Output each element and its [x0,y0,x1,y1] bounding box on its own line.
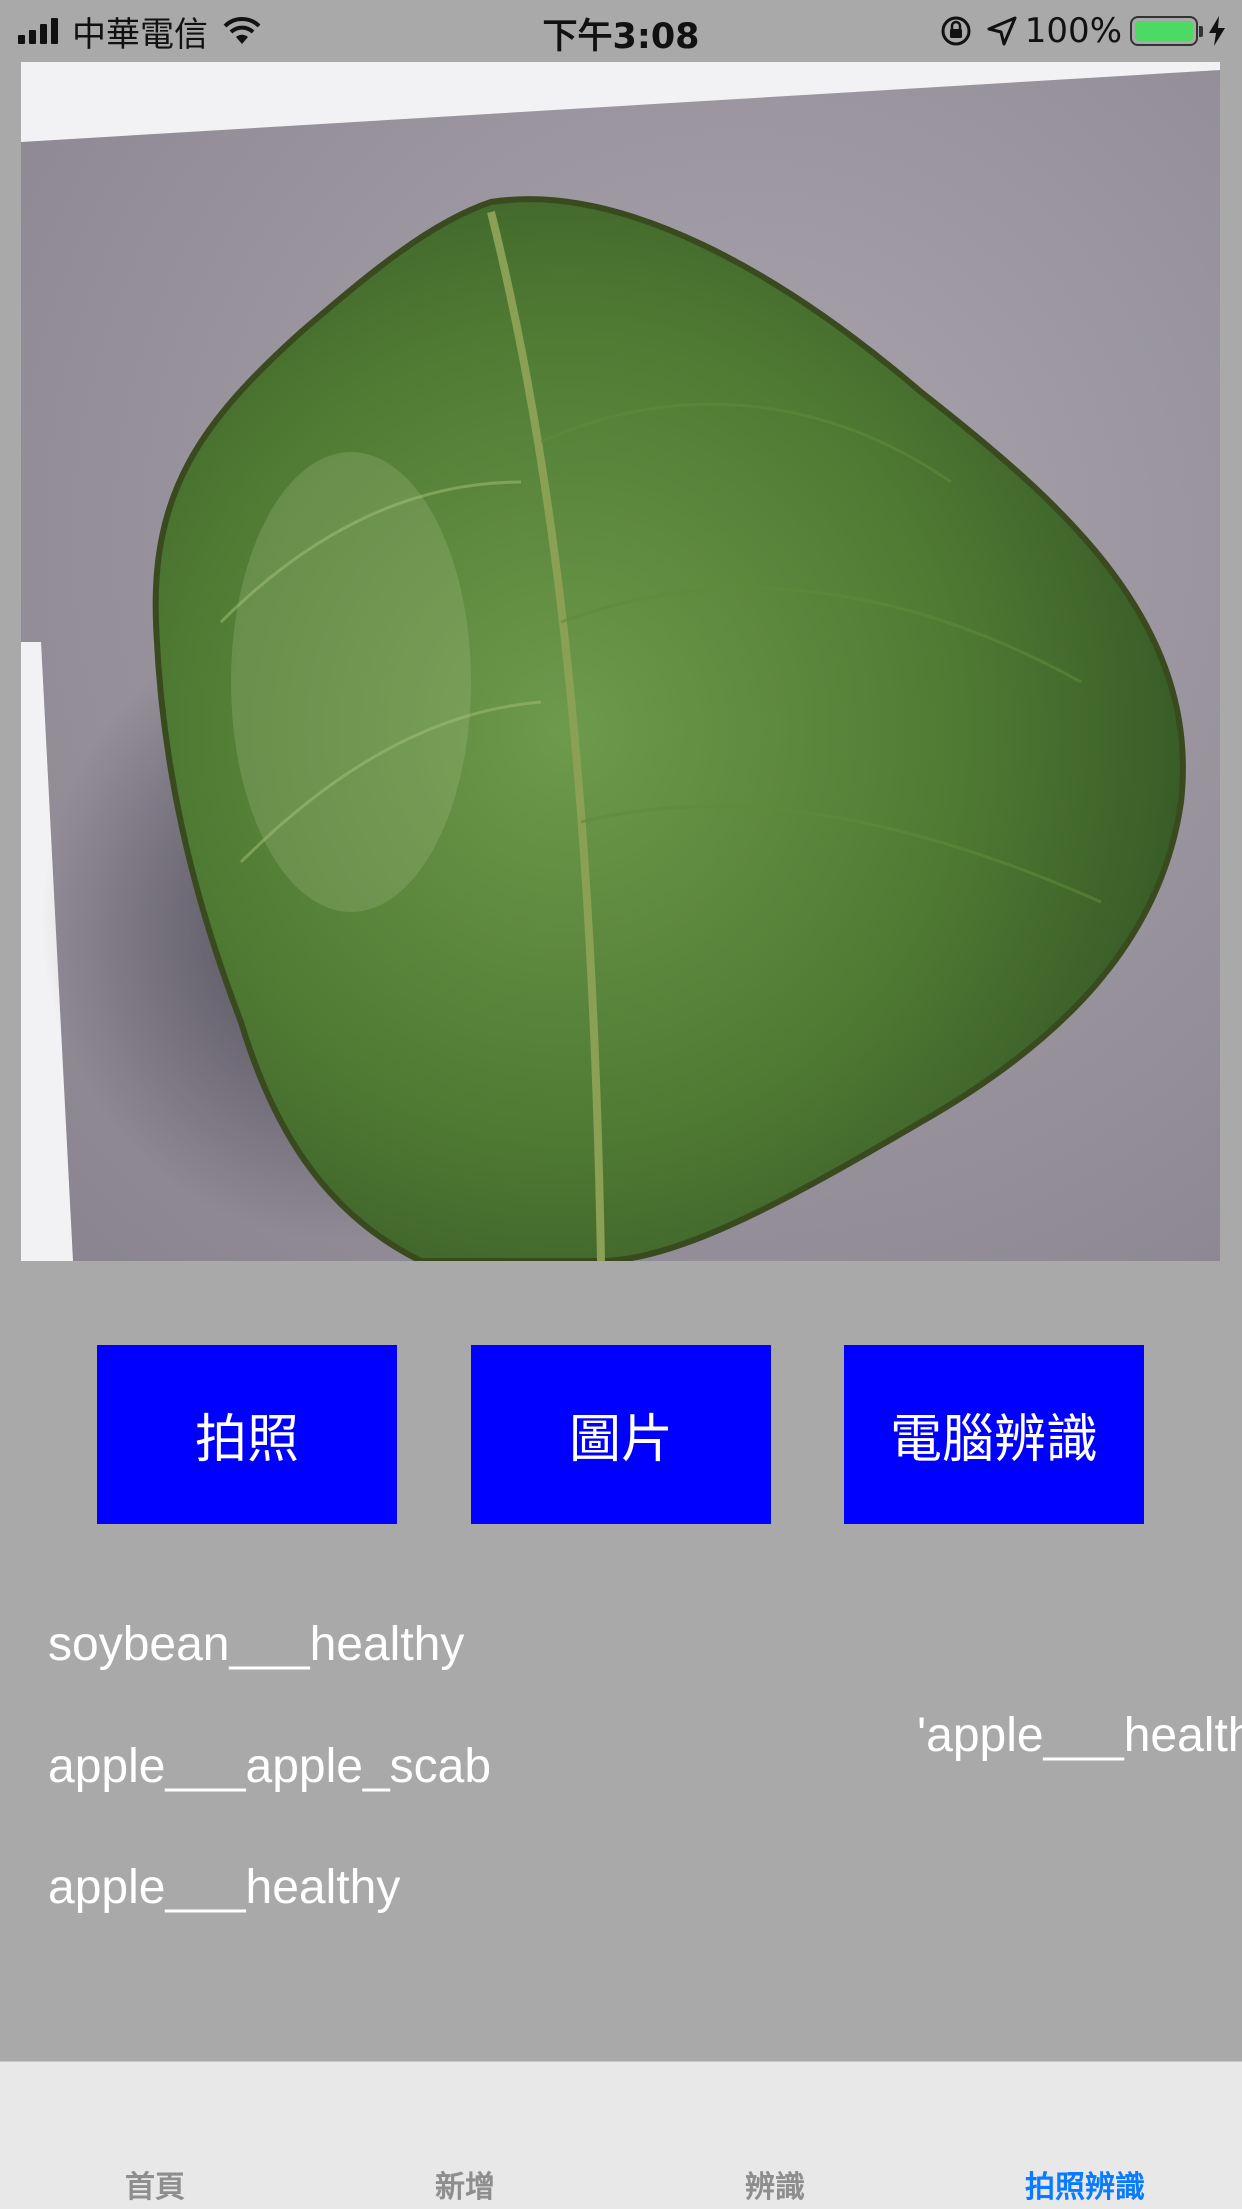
tab-bar: 首頁 新增 辨識 拍照辨識 [0,2061,1242,2209]
top-prediction-label: 'apple___healthy [917,1709,1242,1762]
leaf-image [21,62,1220,1261]
tab-home[interactable]: 首頁 [0,2162,310,2206]
battery-percent: 100% [1024,11,1122,51]
leaf-photo [21,62,1220,1261]
location-arrow-icon [987,16,1017,46]
tab-add[interactable]: 新增 [310,2162,620,2206]
tab-recognize[interactable]: 辨識 [620,2162,930,2206]
result-item: soybean___healthy [48,1618,465,1671]
result-item: apple___healthy [48,1861,401,1914]
status-bar: 中華電信 下午3:08 100% [0,0,1242,62]
status-bar-right: 100% [939,10,1228,52]
recognize-button[interactable]: 電腦辨識 [844,1345,1144,1524]
battery-icon [1130,16,1203,46]
take-photo-button[interactable]: 拍照 [97,1345,397,1524]
orientation-lock-icon [941,16,971,46]
gallery-button[interactable]: 圖片 [471,1345,771,1524]
charging-bolt-icon [1209,16,1225,46]
tab-photo-recognize[interactable]: 拍照辨識 [930,2162,1240,2206]
result-item: apple___apple_scab [48,1740,492,1793]
